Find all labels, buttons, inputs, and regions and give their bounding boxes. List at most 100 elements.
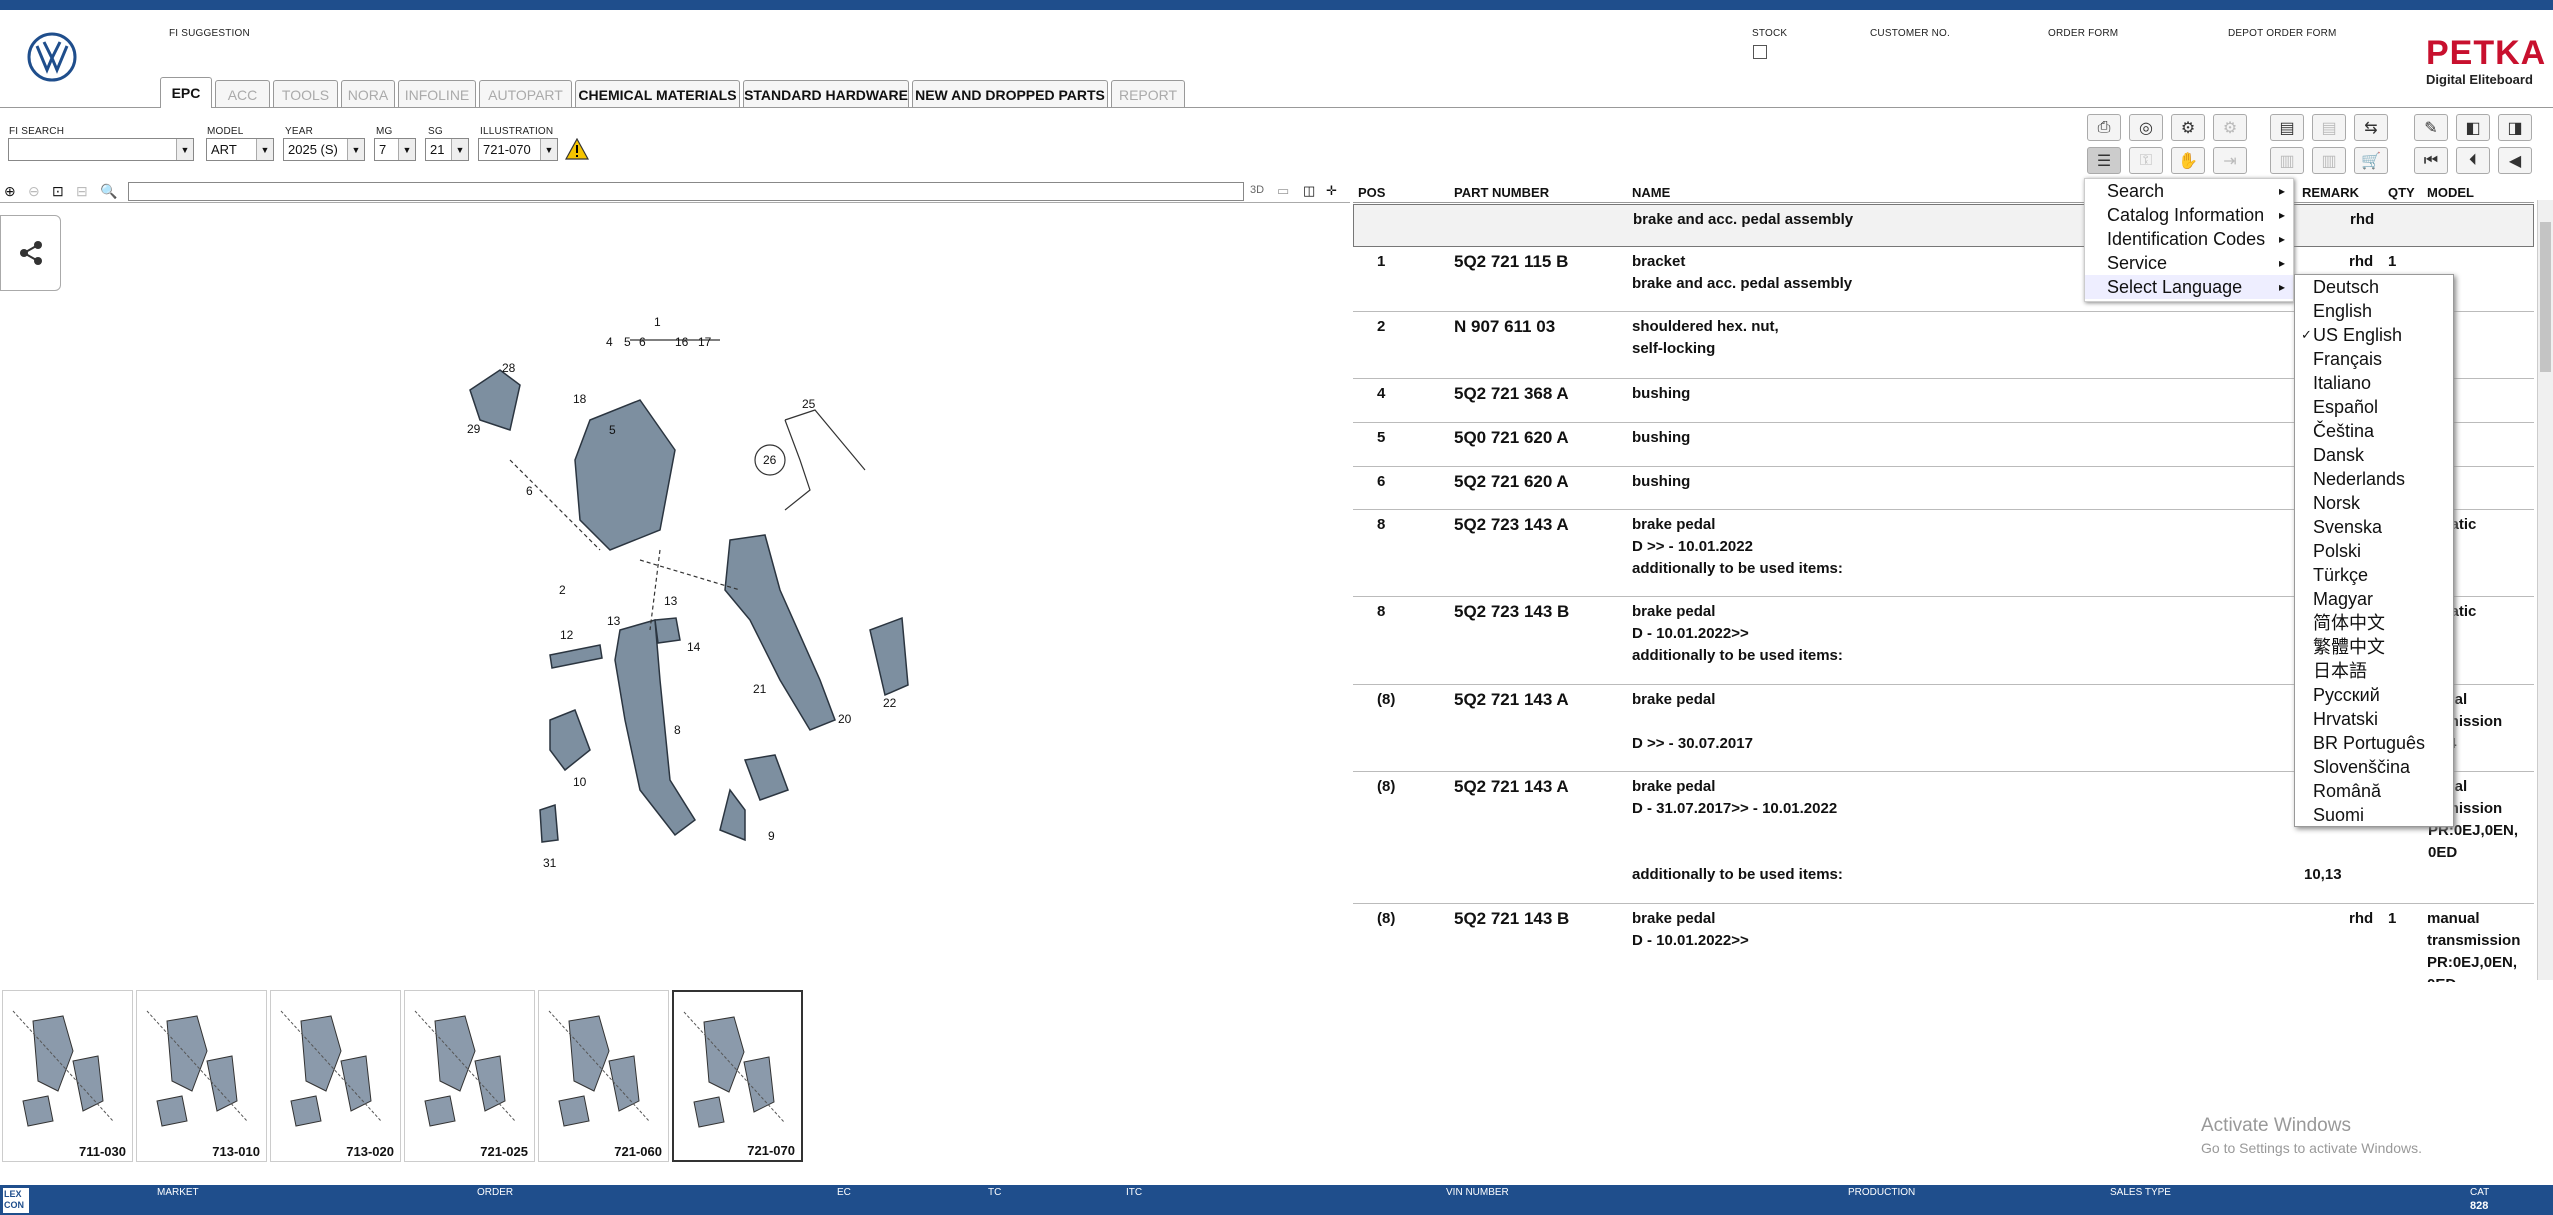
key-icon[interactable]: ⚿ (2129, 147, 2163, 174)
language-option[interactable]: 日本語 (2295, 659, 2453, 683)
cart-icon[interactable]: 🛒 (2354, 147, 2388, 174)
language-option[interactable]: Hrvatski (2295, 707, 2453, 731)
share-button[interactable] (0, 215, 61, 291)
chevron-down-icon[interactable]: ▼ (176, 139, 193, 160)
callout-29[interactable]: 29 (467, 422, 481, 436)
chevron-down-icon[interactable]: ▼ (540, 139, 557, 160)
callout-9[interactable]: 9 (768, 829, 775, 843)
move-icon[interactable]: ⇥ (2213, 147, 2247, 174)
view-3d-button[interactable]: 3D (1250, 184, 1264, 196)
callout-8[interactable]: 8 (674, 723, 681, 737)
elsa-icon[interactable]: ▤ (2270, 114, 2304, 141)
cell-part-number[interactable]: N 907 611 03 (1454, 316, 1555, 338)
tab-new-and-dropped-parts[interactable]: NEW AND DROPPED PARTS (912, 80, 1108, 108)
expand-icon[interactable]: ✛ (1326, 183, 1337, 199)
callout-13[interactable]: 13 (664, 594, 678, 608)
scan-icon[interactable]: ◎ (2129, 114, 2163, 141)
warning-icon[interactable] (564, 137, 590, 160)
cell-part-number[interactable]: 5Q2 721 115 B (1454, 251, 1568, 273)
car-tools-icon[interactable]: ⚙ (2171, 114, 2205, 141)
parts-icon[interactable]: ⚙ (2213, 114, 2247, 141)
edit-icon[interactable]: ▥ (2312, 147, 2346, 174)
cell-part-number[interactable]: 5Q2 723 143 A (1454, 514, 1569, 536)
stock-checkbox[interactable] (1753, 45, 1767, 59)
illustration-thumbnail[interactable]: 721-060 (538, 990, 669, 1162)
col-model[interactable]: MODEL (2427, 185, 2474, 200)
back-page-icon[interactable]: ◧ (2456, 114, 2490, 141)
magnifier-icon[interactable]: 🔍 (100, 183, 117, 200)
forward-page-icon[interactable]: ◨ (2498, 114, 2532, 141)
fi-suggestion-label[interactable]: FI SUGGESTION (169, 28, 250, 39)
year-select[interactable]: 2025 (S) ▼ (283, 138, 365, 161)
cell-part-number[interactable]: 5Q2 721 143 B (1454, 908, 1569, 930)
tab-standard-hardware[interactable]: STANDARD HARDWARE (743, 80, 909, 108)
prev-icon[interactable]: ⏴ (2456, 147, 2490, 174)
hand-icon[interactable]: ✋ (2171, 147, 2205, 174)
callout-17[interactable]: 17 (698, 335, 712, 349)
zoom-reset-icon[interactable]: ⊟ (76, 183, 88, 200)
language-option[interactable]: Deutsch (2295, 275, 2453, 299)
callout-22[interactable]: 22 (883, 696, 897, 710)
tab-tools[interactable]: TOOLS (273, 80, 338, 108)
col-part-number[interactable]: PART NUMBER (1454, 185, 1549, 200)
menu-item-catalog-information[interactable]: Catalog Information ▸ (2085, 203, 2293, 227)
callout-5[interactable]: 5 (624, 335, 631, 349)
language-option[interactable]: Español (2295, 395, 2453, 419)
cell-part-number[interactable]: 5Q2 721 620 A (1454, 471, 1569, 493)
mg-select[interactable]: 7 ▼ (374, 138, 416, 161)
tab-epc[interactable]: EPC (160, 77, 212, 108)
back-icon[interactable]: ◀ (2498, 147, 2532, 174)
callout-21[interactable]: 21 (753, 682, 767, 696)
table-scrollbar[interactable] (2537, 200, 2553, 980)
cell-part-number[interactable]: 5Q2 721 143 A (1454, 689, 1569, 711)
menu-list-icon[interactable]: ☰ (2087, 147, 2121, 174)
callout-6b[interactable]: 6 (526, 484, 533, 498)
callout-4[interactable]: 4 (606, 335, 613, 349)
callout-28[interactable]: 28 (502, 361, 516, 375)
depot-order-form-label[interactable]: DEPOT ORDER FORM (2228, 28, 2337, 39)
menu-item-select-language[interactable]: Select Language ▸ (2085, 275, 2293, 299)
language-option[interactable]: 简体中文 (2295, 611, 2453, 635)
language-option[interactable]: Français (2295, 347, 2453, 371)
language-option[interactable]: Polski (2295, 539, 2453, 563)
callout-14[interactable]: 14 (687, 640, 701, 654)
view-mode-icon[interactable]: ▭ (1277, 183, 1289, 199)
callout-6[interactable]: 6 (639, 335, 646, 349)
table-row[interactable]: brake and acc. pedal assembly rhd (1353, 204, 2534, 247)
tab-autopart[interactable]: AUTOPART (479, 80, 572, 108)
callout-20[interactable]: 20 (838, 712, 852, 726)
callout-5b[interactable]: 5 (609, 423, 616, 437)
chevron-down-icon[interactable]: ▼ (451, 139, 468, 160)
tab-acc[interactable]: ACC (215, 80, 270, 108)
language-option[interactable]: Nederlands (2295, 467, 2453, 491)
illustration-select[interactable]: 721-070 ▼ (478, 138, 558, 161)
callout-12[interactable]: 12 (560, 628, 574, 642)
table-row[interactable]: (8) 5Q2 721 143 B brake pedal D - 10.01.202… (1353, 904, 2534, 982)
language-option[interactable]: Русский (2295, 683, 2453, 707)
chevron-down-icon[interactable]: ▼ (347, 139, 364, 160)
order-form-label[interactable]: ORDER FORM (2048, 28, 2118, 39)
fi-search-input[interactable]: ▼ (8, 138, 194, 161)
cell-part-number[interactable]: 5Q2 723 143 B (1454, 601, 1569, 623)
language-option[interactable]: Italiano (2295, 371, 2453, 395)
sg-select[interactable]: 21 ▼ (425, 138, 469, 161)
chevron-down-icon[interactable]: ▼ (256, 139, 273, 160)
illustration-search-field[interactable] (128, 182, 1244, 201)
cell-part-number[interactable]: 5Q2 721 368 A (1454, 383, 1569, 405)
language-option[interactable]: 繁體中文 (2295, 635, 2453, 659)
zoom-out-icon[interactable]: ⊖ (28, 183, 40, 200)
tab-report[interactable]: REPORT (1111, 80, 1185, 108)
language-option[interactable]: Türkçe (2295, 563, 2453, 587)
language-option[interactable]: Română (2295, 779, 2453, 803)
menu-item-service[interactable]: Service ▸ (2085, 251, 2293, 275)
depot-icon[interactable]: ▤ (2312, 114, 2346, 141)
order-transfer-icon[interactable]: ⇆ (2354, 114, 2388, 141)
callout-26[interactable]: 26 (763, 453, 777, 467)
col-remark[interactable]: REMARK (2302, 185, 2359, 200)
language-option[interactable]: Norsk (2295, 491, 2453, 515)
illustration-thumbnail[interactable]: 721-025 (404, 990, 535, 1162)
menu-item-search[interactable]: Search ▸ (2085, 179, 2293, 203)
illustration-thumbnail[interactable]: 711-030 (2, 990, 133, 1162)
customer-no-label[interactable]: CUSTOMER NO. (1870, 28, 1950, 39)
callout-1[interactable]: 1 (654, 315, 661, 329)
